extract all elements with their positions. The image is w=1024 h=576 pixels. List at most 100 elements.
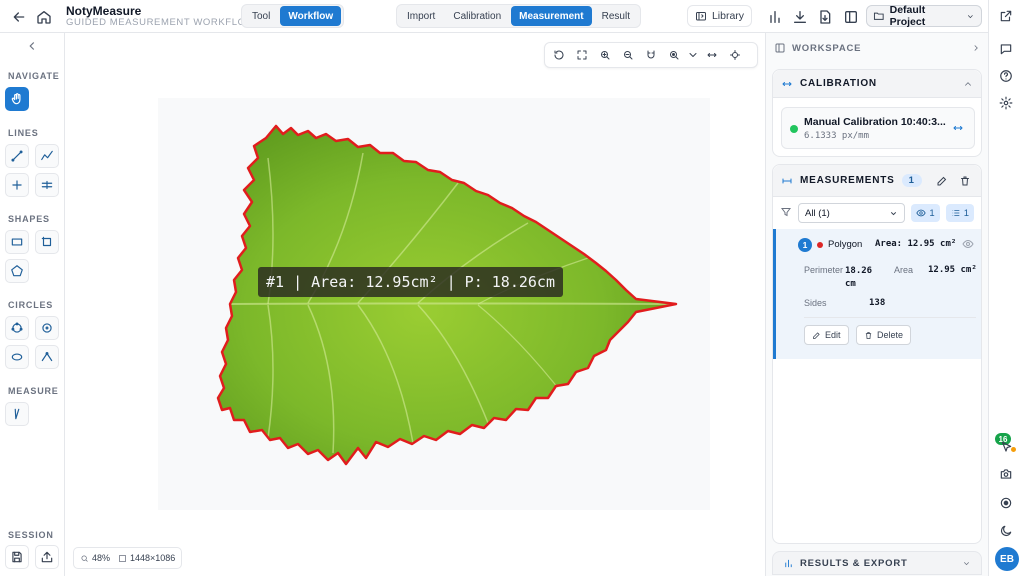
pentagon-icon	[11, 265, 23, 277]
delete-measurement-button[interactable]: Delete	[856, 325, 912, 345]
moon-icon[interactable]	[999, 524, 1015, 540]
step-result-button[interactable]: Result	[594, 6, 638, 26]
measurement-filter-select[interactable]: All (1)	[798, 203, 906, 223]
circle-points-icon	[11, 322, 23, 333]
export-file-icon[interactable]	[814, 6, 836, 28]
mode-workflow-button[interactable]: Workflow	[280, 6, 342, 26]
zoom-out-icon[interactable]	[618, 45, 638, 65]
visible-count-badge[interactable]: 1	[911, 204, 940, 222]
area-label: Area	[894, 265, 914, 275]
filter-icon	[780, 206, 792, 221]
line-tool-button[interactable]	[5, 144, 29, 168]
settings-gear-icon[interactable]	[999, 96, 1015, 112]
panel-layout-icon[interactable]	[840, 6, 862, 28]
chevron-down-icon	[963, 561, 970, 565]
download-icon[interactable]	[789, 6, 811, 28]
library-button[interactable]: Library	[687, 5, 752, 27]
trash-icon[interactable]	[957, 173, 973, 189]
crosshair-icon[interactable]	[725, 45, 745, 65]
canvas-toolbar	[544, 42, 758, 68]
project-selector[interactable]: Default Project	[866, 4, 982, 28]
image-size-value: 1448×1086	[130, 553, 176, 563]
measurement-canvas[interactable]: #1 | Area: 12.95cm² | P: 18.26cm 48% 144…	[65, 33, 765, 576]
home-icon[interactable]	[33, 6, 55, 28]
measurement-number-badge: 1	[798, 238, 812, 252]
rectangle-tool-button[interactable]	[5, 230, 29, 254]
hand-icon	[11, 93, 21, 105]
share-session-button[interactable]	[35, 545, 59, 569]
ellipse-icon	[11, 353, 23, 361]
external-link-icon[interactable]	[999, 9, 1015, 25]
mode-switch: Tool Workflow	[241, 4, 345, 28]
square-tool-button[interactable]	[35, 230, 59, 254]
caliper-icon	[14, 408, 20, 420]
divider	[804, 317, 976, 318]
point-tool-button[interactable]	[5, 173, 29, 197]
area-value: 12.95 cm²	[928, 265, 977, 275]
eye-icon	[916, 209, 927, 217]
save-session-button[interactable]	[5, 545, 29, 569]
pan-tool-button[interactable]	[5, 87, 29, 111]
square-icon	[41, 236, 52, 247]
calibration-item[interactable]: Manual Calibration 10:40:3... 6.1333 px/…	[781, 107, 975, 149]
chart-icon[interactable]	[764, 6, 786, 28]
measurements-header: MEASUREMENTS 1	[773, 165, 981, 197]
section-navigate: NAVIGATE	[8, 71, 60, 81]
step-calibration-button[interactable]: Calibration	[445, 6, 509, 26]
mode-tool-button[interactable]: Tool	[244, 6, 278, 26]
ruler-icon	[782, 178, 792, 183]
chevron-down-icon	[968, 14, 974, 18]
section-shapes: SHAPES	[8, 214, 50, 224]
chevron-right-icon[interactable]	[971, 43, 981, 53]
list-icon	[952, 210, 960, 216]
pencil-icon[interactable]	[934, 173, 950, 189]
parallel-tool-button[interactable]	[35, 173, 59, 197]
library-label: Library	[711, 10, 745, 22]
list-count-badge[interactable]: 1	[945, 204, 974, 222]
results-export-header[interactable]: RESULTS & EXPORT	[772, 551, 982, 575]
calibration-header[interactable]: CALIBRATION	[773, 70, 981, 98]
chevron-down-icon[interactable]	[687, 45, 699, 65]
chevron-up-icon	[963, 79, 973, 89]
plus-icon	[12, 180, 22, 190]
measurements-card: MEASUREMENTS 1 All (1) 1 1 1 Polygon Are…	[772, 164, 982, 544]
step-measurement-button[interactable]: Measurement	[511, 6, 592, 26]
project-label: Default Project	[889, 4, 926, 28]
magnifier-icon[interactable]	[664, 45, 684, 65]
eye-icon[interactable]	[962, 238, 974, 250]
perimeter-label: Perimeter	[804, 265, 844, 275]
measurement-overlay-label[interactable]: #1 | Area: 12.95cm² | P: 18.26cm	[258, 267, 563, 297]
ellipse-tool-button[interactable]	[5, 345, 29, 369]
measurements-title: MEASUREMENTS	[800, 175, 895, 186]
circle-3point-tool-button[interactable]	[5, 316, 29, 340]
chat-icon[interactable]	[999, 42, 1015, 58]
zoom-in-icon[interactable]	[595, 45, 615, 65]
collapse-sidebar-icon[interactable]	[25, 39, 41, 55]
caliper-tool-button[interactable]	[5, 402, 29, 426]
calibration-apply-icon[interactable]	[952, 122, 966, 136]
angle-icon	[41, 352, 53, 362]
fit-screen-icon[interactable]	[572, 45, 592, 65]
angle-tool-button[interactable]	[35, 345, 59, 369]
measurement-list-item[interactable]: 1 Polygon Area: 12.95 cm² Perimeter 18.2…	[773, 229, 981, 359]
avatar[interactable]: EB	[995, 547, 1019, 571]
polyline-tool-button[interactable]	[35, 144, 59, 168]
step-import-button[interactable]: Import	[399, 6, 443, 26]
visible-count: 1	[929, 207, 935, 219]
folder-icon	[873, 12, 884, 20]
record-icon[interactable]	[999, 496, 1015, 512]
bar-chart-icon	[785, 559, 792, 567]
upload-icon	[41, 551, 53, 563]
reset-view-icon[interactable]	[549, 45, 569, 65]
circle-center-tool-button[interactable]	[35, 316, 59, 340]
help-icon[interactable]	[999, 69, 1015, 85]
camera-icon[interactable]	[999, 467, 1015, 483]
polygon-tool-button[interactable]	[5, 259, 29, 283]
save-icon	[12, 551, 22, 563]
measurement-area-summary: Area: 12.95 cm²	[875, 239, 957, 249]
back-arrow-icon[interactable]	[8, 6, 30, 28]
magnet-icon[interactable]	[641, 45, 661, 65]
horizontal-measure-icon[interactable]	[702, 45, 722, 65]
leaf-image[interactable]	[158, 98, 710, 510]
edit-measurement-button[interactable]: Edit	[804, 325, 849, 345]
